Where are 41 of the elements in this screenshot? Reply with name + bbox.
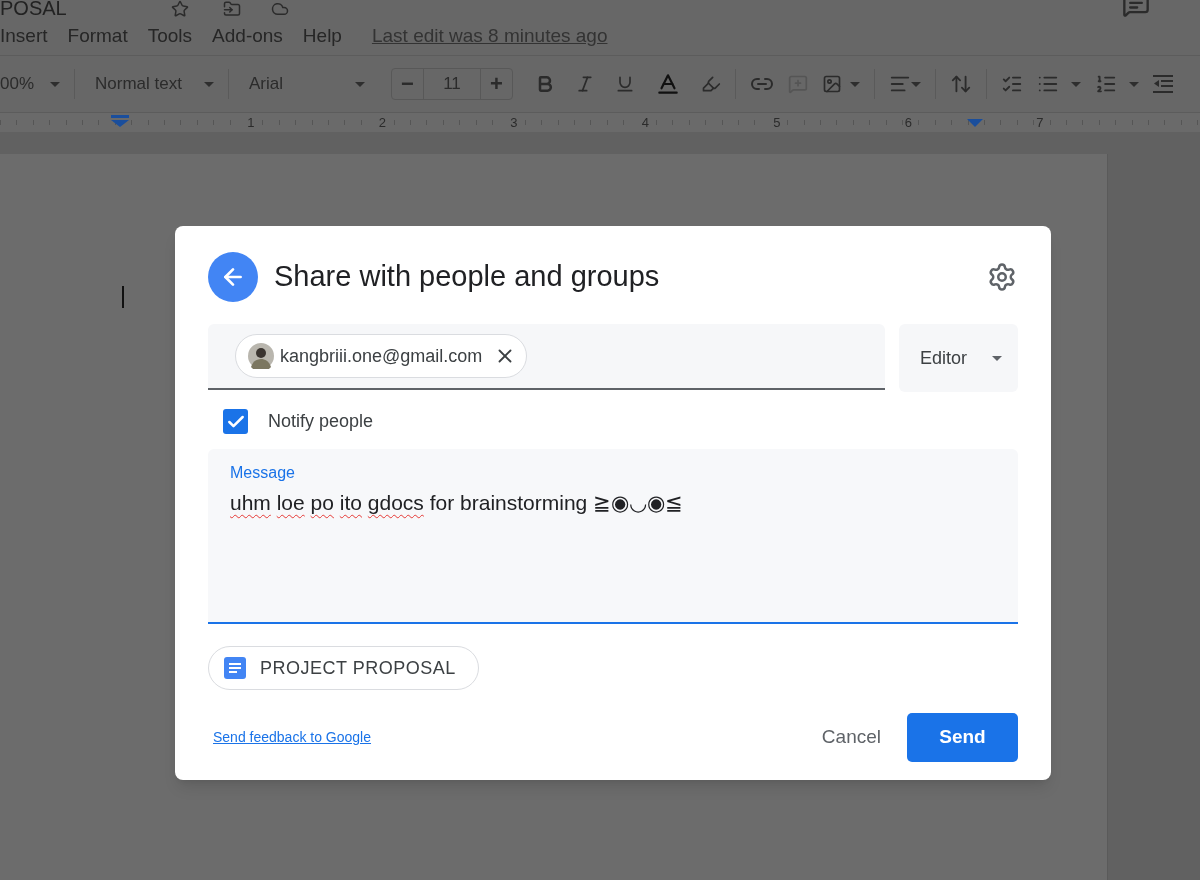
zoom-dropdown[interactable]: 00% bbox=[0, 71, 61, 97]
caret-icon bbox=[203, 81, 214, 87]
caret-icon bbox=[910, 81, 921, 87]
right-indent-marker-icon[interactable] bbox=[967, 119, 983, 127]
send-button[interactable]: Send bbox=[907, 713, 1018, 762]
document-title[interactable]: POSAL bbox=[0, 0, 67, 18]
caret-icon bbox=[992, 355, 1002, 361]
menu-item[interactable]: Help bbox=[302, 22, 342, 51]
caret-icon bbox=[1070, 81, 1081, 87]
move-icon[interactable] bbox=[222, 0, 241, 18]
role-dropdown[interactable]: Editor bbox=[899, 324, 1018, 392]
dialog-title: Share with people and groups bbox=[274, 259, 660, 295]
indent-marker-icon[interactable] bbox=[111, 115, 129, 127]
settings-icon[interactable] bbox=[987, 262, 1017, 292]
font-dropdown[interactable]: Arial bbox=[242, 71, 365, 97]
cloud-icon[interactable] bbox=[270, 0, 289, 18]
recipients-field[interactable]: kangbriii.one@gmail.com bbox=[208, 324, 885, 390]
notify-checkbox[interactable]: Notify people bbox=[223, 408, 1018, 435]
message-field[interactable]: Message uhm loe po ito gdocs for brainstorming ≧◉◡◉≦ bbox=[208, 449, 1018, 624]
document-icon bbox=[224, 657, 246, 679]
back-button[interactable] bbox=[208, 252, 258, 302]
menu-item[interactable]: Add-ons bbox=[212, 22, 283, 51]
caret-icon bbox=[354, 81, 365, 87]
recipient-email: kangbriii.one@gmail.com bbox=[280, 344, 483, 368]
caret-icon bbox=[849, 81, 860, 87]
highlighter-icon[interactable] bbox=[700, 74, 721, 94]
feedback-link[interactable]: Send feedback to Google bbox=[213, 727, 371, 748]
cancel-button[interactable]: Cancel bbox=[811, 713, 891, 762]
avatar bbox=[248, 343, 274, 369]
menu-item[interactable]: Format bbox=[67, 22, 128, 51]
caret-icon bbox=[50, 81, 61, 87]
menu-item[interactable]: Tools bbox=[147, 22, 193, 51]
text-cursor bbox=[122, 286, 124, 308]
caret-icon bbox=[1128, 81, 1139, 87]
image-icon[interactable] bbox=[821, 74, 842, 94]
numbered-list-icon[interactable] bbox=[1094, 73, 1117, 95]
line-spacing-icon[interactable] bbox=[949, 73, 972, 95]
star-icon[interactable] bbox=[170, 0, 189, 18]
menu-item[interactable]: Insert bbox=[0, 22, 48, 51]
style-dropdown[interactable]: Normal text bbox=[89, 71, 214, 97]
decrease-indent-icon[interactable] bbox=[1152, 75, 1173, 93]
